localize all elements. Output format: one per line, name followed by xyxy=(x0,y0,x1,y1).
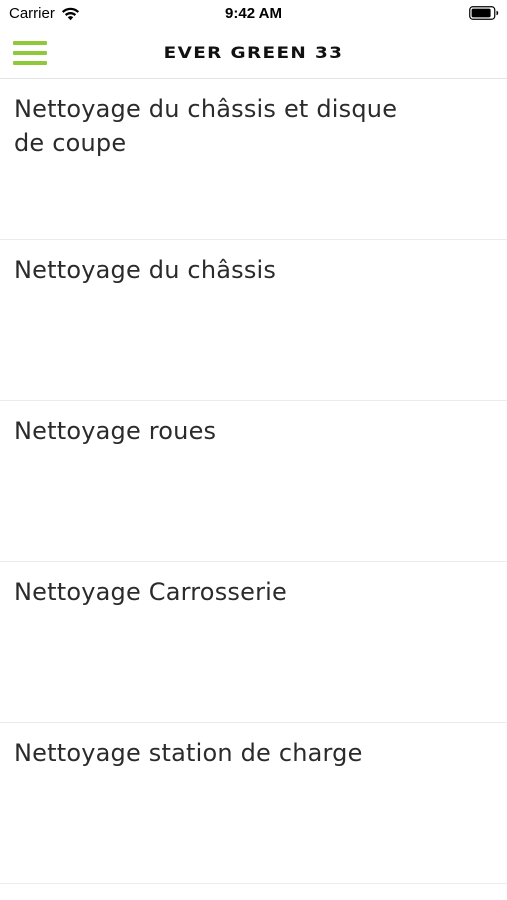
list-item[interactable]: Nettoyage du châssis xyxy=(0,240,507,401)
list-item[interactable]: Nettoyage Carrosserie xyxy=(0,562,507,723)
list-item-label: Nettoyage du châssis et disque de coupe xyxy=(14,95,398,157)
list-item-label: Nettoyage station de charge xyxy=(14,739,363,767)
list-item[interactable]: Nettoyage roues xyxy=(0,401,507,562)
list-item-label: Nettoyage du châssis xyxy=(14,256,277,284)
list-item-label: Nettoyage Carrosserie xyxy=(14,578,287,606)
list-item-label: Nettoyage roues xyxy=(14,417,217,445)
app-title: EVER GREEN 33 xyxy=(163,43,344,62)
list-item[interactable]: Nettoyage station de charge xyxy=(0,723,507,884)
battery-icon xyxy=(469,6,499,20)
task-list: Nettoyage du châssis et disque de coupe … xyxy=(0,79,507,900)
app-screen: Carrier 9:42 AM EVER GREEN 33 Nettoyage … xyxy=(0,0,507,900)
list-item[interactable]: Nettoyage du châssis et disque de coupe xyxy=(0,79,507,240)
status-bar: Carrier 9:42 AM xyxy=(0,0,507,28)
status-time: 9:42 AM xyxy=(225,5,282,22)
navigation-bar: EVER GREEN 33 xyxy=(0,28,507,79)
